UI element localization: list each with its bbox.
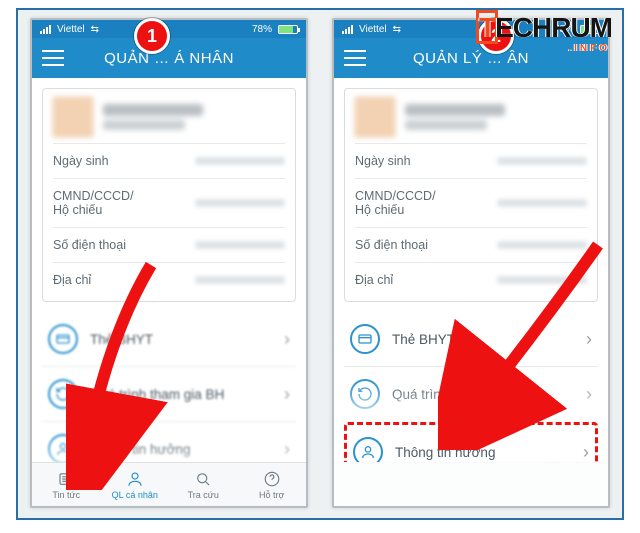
tab-ql-ca-nhan[interactable]: QL cá nhân xyxy=(101,463,170,506)
menu-label: Quá trình tham gia BH xyxy=(90,387,224,402)
field-ngay-sinh: Ngày sinh xyxy=(355,143,587,178)
page-title: QUẢN LÝ … ÂN xyxy=(413,50,529,67)
menu-icon[interactable] xyxy=(42,50,64,66)
bottom-tab-bar xyxy=(334,462,608,506)
menu-qua-trinh[interactable]: Quá trình tham gia BH › xyxy=(42,367,296,422)
phone-screenshot-2: Viettel ⇆ 78% QUẢN LÝ … ÂN Ngày sinh xyxy=(332,18,610,508)
field-dia-chi: Địa chỉ xyxy=(355,262,587,297)
profile-card: Ngày sinh CMND/CCCD/ Hộ chiếu Số điện th… xyxy=(344,88,598,302)
content-area: Ngày sinh CMND/CCCD/ Hộ chiếu Số điện th… xyxy=(334,78,608,462)
field-label: Số điện thoại xyxy=(355,238,428,252)
menu-list: Thẻ BHYT › Quá trình tham gia BH › Thông… xyxy=(344,312,598,462)
field-label: Địa chỉ xyxy=(53,273,91,287)
tab-tra-cuu[interactable]: Tra cứu xyxy=(169,463,238,506)
chevron-right-icon: › xyxy=(586,329,592,350)
menu-list: Thẻ BHYT › Quá trình tham gia BH › Thông… xyxy=(42,312,296,462)
chevron-right-icon: › xyxy=(284,329,290,350)
menu-label: Thông tin hưởng xyxy=(395,445,495,460)
person-icon xyxy=(353,437,383,462)
menu-thong-tin-huong[interactable]: Thông tin hưởng › xyxy=(42,422,296,462)
menu-qua-trinh[interactable]: Quá trình tham gia BH › xyxy=(344,367,598,422)
person-icon xyxy=(48,434,78,462)
chevron-right-icon: › xyxy=(284,439,290,460)
chevron-right-icon: › xyxy=(284,384,290,405)
menu-label: Thông tin hưởng xyxy=(90,442,190,457)
watermark-logo: TECHRUM .INFO xyxy=(479,12,612,44)
field-label: Ngày sinh xyxy=(355,154,411,168)
menu-label: Thẻ BHYT xyxy=(90,332,153,347)
tab-tra-cuu[interactable] xyxy=(471,463,540,506)
tab-tin-tuc[interactable] xyxy=(334,463,403,506)
avatar xyxy=(355,97,395,137)
field-sdt: Số điện thoại xyxy=(53,227,285,262)
profile-header-blurred xyxy=(355,97,587,143)
tab-label: Hỗ trợ xyxy=(259,490,284,500)
field-dia-chi: Địa chỉ xyxy=(53,262,285,297)
tab-label: Tin tức xyxy=(52,490,80,500)
refresh-icon xyxy=(48,379,78,409)
avatar xyxy=(53,97,93,137)
tab-ql-ca-nhan[interactable] xyxy=(403,463,472,506)
bottom-tab-bar: Tin tức QL cá nhân Tra cứu Hỗ trợ xyxy=(32,462,306,506)
chevron-right-icon: › xyxy=(586,384,592,405)
menu-label: Quá trình tham gia BH xyxy=(392,387,526,402)
field-label: Địa chỉ xyxy=(355,273,393,287)
profile-header-blurred xyxy=(53,97,285,143)
battery-icon xyxy=(278,25,298,34)
tutorial-frame: Viettel ⇆ 78% QUẢN … Á NHÂN Ngày sinh xyxy=(16,8,624,520)
menu-thong-tin-huong[interactable]: Thông tin hưởng › xyxy=(344,422,598,462)
field-label: CMND/CCCD/ Hộ chiếu xyxy=(53,189,134,217)
field-label: Ngày sinh xyxy=(53,154,109,168)
phone-screenshot-1: Viettel ⇆ 78% QUẢN … Á NHÂN Ngày sinh xyxy=(30,18,308,508)
menu-label: Thẻ BHYT xyxy=(392,332,455,347)
menu-the-bhyt[interactable]: Thẻ BHYT › xyxy=(344,312,598,367)
step-badge-1: 1 xyxy=(134,18,170,54)
tab-label: QL cá nhân xyxy=(112,490,158,500)
signal-icon xyxy=(40,25,51,34)
app-bar: QUẢN … Á NHÂN xyxy=(32,38,306,78)
tab-label: Tra cứu xyxy=(188,490,219,500)
field-cmnd: CMND/CCCD/ Hộ chiếu xyxy=(355,178,587,227)
chevron-right-icon: › xyxy=(583,442,589,463)
content-area: Ngày sinh CMND/CCCD/ Hộ chiếu Số điện th… xyxy=(32,78,306,462)
tab-ho-tro[interactable] xyxy=(540,463,609,506)
menu-the-bhyt[interactable]: Thẻ BHYT › xyxy=(42,312,296,367)
app-bar: QUẢN LÝ … ÂN xyxy=(334,38,608,78)
field-label: Số điện thoại xyxy=(53,238,126,252)
data-icon: ⇆ xyxy=(91,24,99,35)
field-label: CMND/CCCD/ Hộ chiếu xyxy=(355,189,436,217)
tab-tin-tuc[interactable]: Tin tức xyxy=(32,463,101,506)
refresh-icon xyxy=(350,379,380,409)
profile-card: Ngày sinh CMND/CCCD/ Hộ chiếu Số điện th… xyxy=(42,88,296,302)
data-icon: ⇆ xyxy=(393,24,401,35)
carrier-label: Viettel xyxy=(359,24,387,35)
signal-icon xyxy=(342,25,353,34)
tab-ho-tro[interactable]: Hỗ trợ xyxy=(238,463,307,506)
carrier-label: Viettel xyxy=(57,24,85,35)
field-cmnd: CMND/CCCD/ Hộ chiếu xyxy=(53,178,285,227)
card-icon xyxy=(350,324,380,354)
page-title: QUẢN … Á NHÂN xyxy=(104,50,234,67)
field-sdt: Số điện thoại xyxy=(355,227,587,262)
menu-icon[interactable] xyxy=(344,50,366,66)
field-ngay-sinh: Ngày sinh xyxy=(53,143,285,178)
battery-pct: 78% xyxy=(252,24,272,35)
card-icon xyxy=(48,324,78,354)
